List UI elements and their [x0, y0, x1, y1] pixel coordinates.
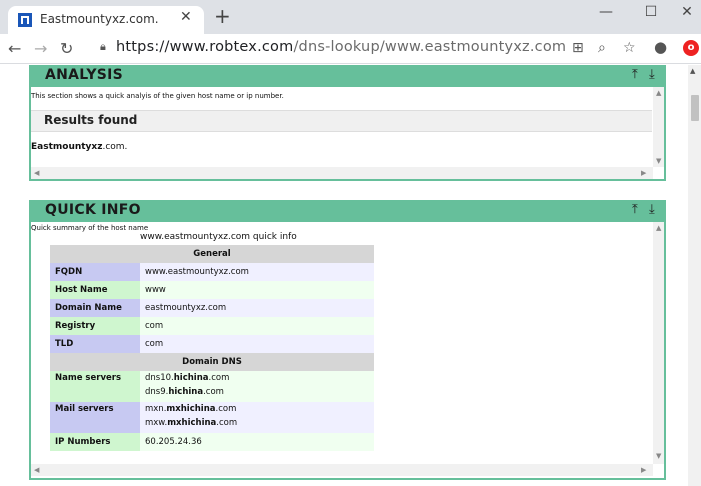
ip-value[interactable]: 60.205.24.36 [140, 433, 374, 451]
tab-close-icon[interactable]: ✕ [180, 9, 192, 25]
lock-icon: 🔒︎ [100, 40, 106, 53]
table-row: IP Numbers 60.205.24.36 [50, 433, 374, 451]
general-header: General [50, 245, 374, 263]
table-section-row: Domain DNS [50, 353, 374, 371]
url-text: https://www.robtex.com/dns-lookup/www.ea… [116, 39, 567, 55]
analysis-panel: ANALYSIS ⤒ ⤓ This section shows a quick … [29, 65, 666, 181]
quick-info-vscroll[interactable]: ▲ ▼ [653, 222, 664, 464]
page-scrollbar[interactable]: ▲ [688, 65, 701, 486]
profile-icon[interactable]: ● [654, 38, 667, 56]
analysis-hscroll[interactable]: ◀ ▶ [31, 167, 653, 179]
domain-value[interactable]: eastmountyxz.com [140, 299, 374, 317]
table-row: Mail servers mxn.mxhichina.com mxw.mxhic… [50, 402, 374, 433]
quick-info-content: Quick summary of the host name www.eastm… [31, 222, 655, 464]
fqdn-value[interactable]: www.eastmountyxz.com [140, 263, 374, 281]
results-header: Results found [31, 110, 652, 132]
reload-icon[interactable]: ↻ [60, 39, 73, 58]
analysis-vscroll[interactable]: ▲ ▼ [653, 87, 664, 167]
maximize-icon[interactable]: ☐ [641, 4, 661, 20]
tab-strip: Eastmountyxz.com. ✕ + — ☐ ✕ [0, 0, 701, 34]
translate-icon[interactable]: ⊞ [572, 40, 584, 56]
quick-info-table: General FQDN www.eastmountyxz.com Host N… [50, 245, 374, 451]
bookmark-star-icon[interactable]: ☆ [623, 40, 636, 56]
table-row: Domain Name eastmountyxz.com [50, 299, 374, 317]
quick-info-description: Quick summary of the host name [31, 224, 149, 232]
dns-header: Domain DNS [50, 353, 374, 371]
extension-icon[interactable]: o [683, 40, 699, 56]
nameservers-label: Name servers [50, 371, 140, 402]
browser-toolbar: ← → ↻ 🔒︎ https://www.robtex.com/dns-look… [0, 34, 701, 64]
scroll-bottom-icon[interactable]: ⤓ [649, 67, 655, 82]
window-close-icon[interactable]: ✕ [677, 4, 697, 20]
registry-label: Registry [50, 317, 140, 335]
scroll-top-icon[interactable]: ⤒ [632, 67, 638, 82]
tld-value[interactable]: com [140, 335, 374, 353]
results-title: Results found [44, 113, 138, 127]
ip-label: IP Numbers [50, 433, 140, 451]
scroll-up-icon[interactable]: ▲ [690, 67, 695, 75]
hostname-value: www [140, 281, 374, 299]
quick-info-hscroll[interactable]: ◀ ▶ [31, 464, 653, 476]
mailservers-label: Mail servers [50, 402, 140, 433]
zoom-icon[interactable]: ⌕ [598, 40, 606, 56]
quick-info-panel: QUICK INFO ⤒ ⤓ Quick summary of the host… [29, 200, 666, 480]
hostname-label: Host Name [50, 281, 140, 299]
table-row: FQDN www.eastmountyxz.com [50, 263, 374, 281]
site-favicon-icon [18, 13, 32, 27]
analysis-description: This section shows a quick analyis of th… [31, 92, 284, 100]
back-icon[interactable]: ← [8, 39, 21, 58]
minimize-icon[interactable]: — [596, 4, 616, 20]
fqdn-label: FQDN [50, 263, 140, 281]
table-row: Registry com [50, 317, 374, 335]
tld-label: TLD [50, 335, 140, 353]
browser-tab[interactable]: Eastmountyxz.com. ✕ [8, 6, 204, 34]
domain-label: Domain Name [50, 299, 140, 317]
nameservers-value[interactable]: dns10.hichina.com dns9.hichina.com [140, 371, 374, 402]
table-row: Host Name www [50, 281, 374, 299]
tab-title: Eastmountyxz.com. [40, 12, 159, 26]
quick-info-title: QUICK INFO [45, 202, 141, 218]
quick-info-header: QUICK INFO ⤒ ⤓ [31, 202, 664, 222]
table-section-row: General [50, 245, 374, 263]
forward-icon[interactable]: → [34, 39, 47, 58]
table-row: TLD com [50, 335, 374, 353]
analysis-header: ANALYSIS ⤒ ⤓ [31, 67, 664, 87]
scroll-thumb[interactable] [691, 95, 699, 121]
page-viewport: ANALYSIS ⤒ ⤓ This section shows a quick … [0, 65, 701, 486]
scroll-top-icon[interactable]: ⤒ [632, 202, 638, 217]
mailservers-value[interactable]: mxn.mxhichina.com mxw.mxhichina.com [140, 402, 374, 433]
quick-info-caption: www.eastmountyxz.com quick info [140, 232, 297, 242]
address-bar[interactable]: 🔒︎ https://www.robtex.com/dns-lookup/www… [86, 37, 566, 61]
table-row: Name servers dns10.hichina.com dns9.hich… [50, 371, 374, 402]
scroll-bottom-icon[interactable]: ⤓ [649, 202, 655, 217]
new-tab-icon[interactable]: + [214, 6, 231, 26]
analysis-title: ANALYSIS [45, 67, 124, 83]
registry-value[interactable]: com [140, 317, 374, 335]
results-value: Eastmountyxz.com. [31, 142, 128, 152]
